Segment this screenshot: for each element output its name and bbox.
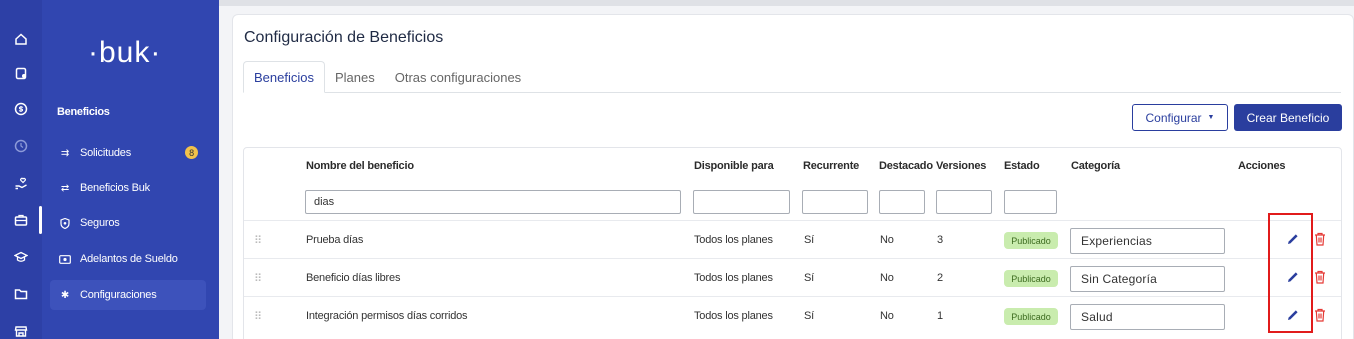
category-select[interactable]: Salud bbox=[1070, 304, 1225, 330]
main-card: Configuración de Beneficios Beneficios P… bbox=[232, 14, 1354, 339]
row-name: Beneficio días libres bbox=[306, 272, 401, 284]
header-category: Categoría bbox=[1071, 160, 1120, 172]
header-name: Nombre del beneficio bbox=[306, 160, 414, 172]
caret-down-icon: ▼ bbox=[1207, 114, 1215, 121]
row-name: Integración permisos días corridos bbox=[306, 310, 468, 322]
row-versions: 2 bbox=[937, 272, 943, 284]
hand-heart-icon[interactable] bbox=[0, 171, 42, 195]
status-badge: Publicado bbox=[1004, 270, 1058, 287]
swap-icon: ⇉ bbox=[60, 147, 70, 159]
category-select[interactable]: Experiencias bbox=[1070, 228, 1225, 254]
header-status: Estado bbox=[1004, 160, 1040, 172]
clock-icon[interactable] bbox=[0, 134, 42, 158]
row-versions: 1 bbox=[937, 310, 943, 322]
sidebar-item-label: Seguros bbox=[80, 217, 120, 229]
tab-beneficios[interactable]: Beneficios bbox=[243, 61, 325, 93]
drag-handle-icon[interactable]: ⠿ bbox=[254, 310, 262, 323]
sidebar-item-solicitudes[interactable]: ⇉ Solicitudes 8 bbox=[50, 138, 206, 168]
filter-featured-input[interactable] bbox=[879, 190, 925, 214]
create-benefit-button[interactable]: Crear Beneficio bbox=[1234, 104, 1342, 131]
trash-icon[interactable] bbox=[1314, 232, 1326, 246]
sidebar: ·buk· Beneficios ⇉ Solicitudes 8 ⇄ Benef… bbox=[42, 0, 219, 339]
header-available: Disponible para bbox=[694, 160, 774, 172]
row-recurring: Sí bbox=[804, 310, 814, 322]
header-featured: Destacado bbox=[879, 160, 933, 172]
row-recurring: Sí bbox=[804, 234, 814, 246]
benefits-table: Nombre del beneficio Disponible para Rec… bbox=[243, 147, 1342, 339]
trash-icon[interactable] bbox=[1314, 270, 1326, 284]
arrows-icon: ⇄ bbox=[60, 182, 70, 194]
tab-planes[interactable]: Planes bbox=[325, 61, 385, 93]
header-versions: Versiones bbox=[936, 160, 987, 172]
sidebar-section-title: Beneficios bbox=[57, 106, 110, 118]
row-available: Todos los planes bbox=[694, 310, 773, 322]
top-bar bbox=[219, 0, 1354, 6]
category-select[interactable]: Sin Categoría bbox=[1070, 266, 1225, 292]
row-recurring: Sí bbox=[804, 272, 814, 284]
table-row: ⠿ Prueba días Todos los planes Sí No 3 P… bbox=[244, 220, 1341, 258]
icon-rail bbox=[0, 0, 42, 339]
money-icon bbox=[56, 254, 74, 264]
sidebar-item-label: Adelantos de Sueldo bbox=[80, 253, 178, 265]
sidebar-item-configuraciones[interactable]: ✱ Configuraciones bbox=[50, 280, 206, 310]
filter-name-input[interactable] bbox=[305, 190, 681, 214]
clipboard-icon[interactable] bbox=[0, 61, 42, 85]
highlight-box bbox=[1268, 213, 1313, 333]
row-featured: No bbox=[880, 272, 894, 284]
row-versions: 3 bbox=[937, 234, 943, 246]
store-icon[interactable] bbox=[0, 319, 42, 339]
home-icon[interactable] bbox=[0, 27, 42, 51]
notification-badge: 8 bbox=[185, 146, 198, 159]
status-badge: Publicado bbox=[1004, 232, 1058, 249]
row-featured: No bbox=[880, 234, 894, 246]
sidebar-item-seguros[interactable]: Seguros bbox=[50, 208, 206, 238]
drag-handle-icon[interactable]: ⠿ bbox=[254, 234, 262, 247]
page-title: Configuración de Beneficios bbox=[244, 29, 444, 46]
table-row: ⠿ Beneficio días libres Todos los planes… bbox=[244, 258, 1341, 296]
row-name: Prueba días bbox=[306, 234, 364, 246]
trash-icon[interactable] bbox=[1314, 308, 1326, 322]
briefcase-icon[interactable] bbox=[0, 208, 42, 232]
table-row: ⠿ Integración permisos días corridos Tod… bbox=[244, 296, 1341, 334]
row-featured: No bbox=[880, 310, 894, 322]
sidebar-item-label: Beneficios Buk bbox=[80, 182, 150, 194]
dollar-icon[interactable] bbox=[0, 97, 42, 121]
row-available: Todos los planes bbox=[694, 234, 773, 246]
tab-otras-configuraciones[interactable]: Otras configuraciones bbox=[385, 61, 531, 93]
filter-versions-input[interactable] bbox=[936, 190, 992, 214]
folder-icon[interactable] bbox=[0, 282, 42, 306]
filter-recurring-input[interactable] bbox=[802, 190, 868, 214]
tab-bar: Beneficios Planes Otras configuraciones bbox=[243, 61, 1341, 93]
filter-available-input[interactable] bbox=[693, 190, 790, 214]
filter-status-input[interactable] bbox=[1004, 190, 1057, 214]
configure-label: Configurar bbox=[1145, 110, 1202, 125]
configure-button[interactable]: Configurar ▼ bbox=[1132, 104, 1228, 131]
header-recurring: Recurrente bbox=[803, 160, 860, 172]
shield-icon bbox=[56, 217, 74, 229]
drag-handle-icon[interactable]: ⠿ bbox=[254, 272, 262, 285]
sidebar-item-adelantos[interactable]: Adelantos de Sueldo bbox=[50, 244, 206, 274]
row-available: Todos los planes bbox=[694, 272, 773, 284]
status-badge: Publicado bbox=[1004, 308, 1058, 325]
sidebar-item-label: Configuraciones bbox=[80, 289, 157, 301]
gear-icon: ✱ bbox=[60, 289, 70, 301]
buk-logo[interactable]: ·buk· bbox=[88, 36, 161, 70]
sidebar-item-beneficios-buk[interactable]: ⇄ Beneficios Buk bbox=[50, 173, 206, 203]
sidebar-item-label: Solicitudes bbox=[80, 147, 131, 159]
header-actions: Acciones bbox=[1238, 160, 1286, 172]
graduation-icon[interactable] bbox=[0, 245, 42, 269]
